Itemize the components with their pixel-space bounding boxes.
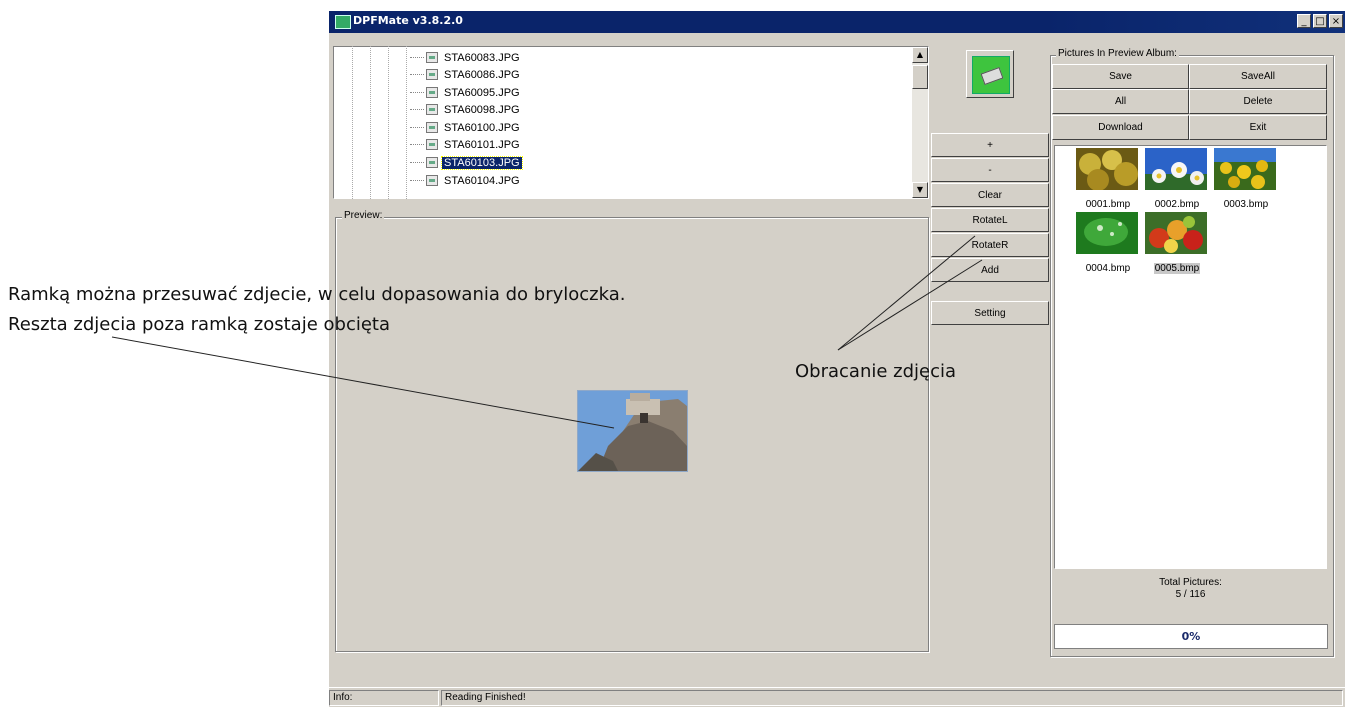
annotation-crop-line2: Reszta zdjecia poza ramką zostaje obcięt… bbox=[8, 314, 391, 335]
annotation-rotate: Obracanie zdjęcia bbox=[795, 361, 957, 382]
annotation-lines bbox=[111, 235, 983, 429]
annotation-arrow-crop bbox=[111, 336, 615, 429]
annotation-arrow-rotate-right bbox=[837, 259, 983, 351]
annotation-arrow-rotate-left bbox=[837, 235, 976, 351]
annotation-crop-line1: Ramką można przesuwać zdjecie, w celu do… bbox=[8, 284, 626, 305]
